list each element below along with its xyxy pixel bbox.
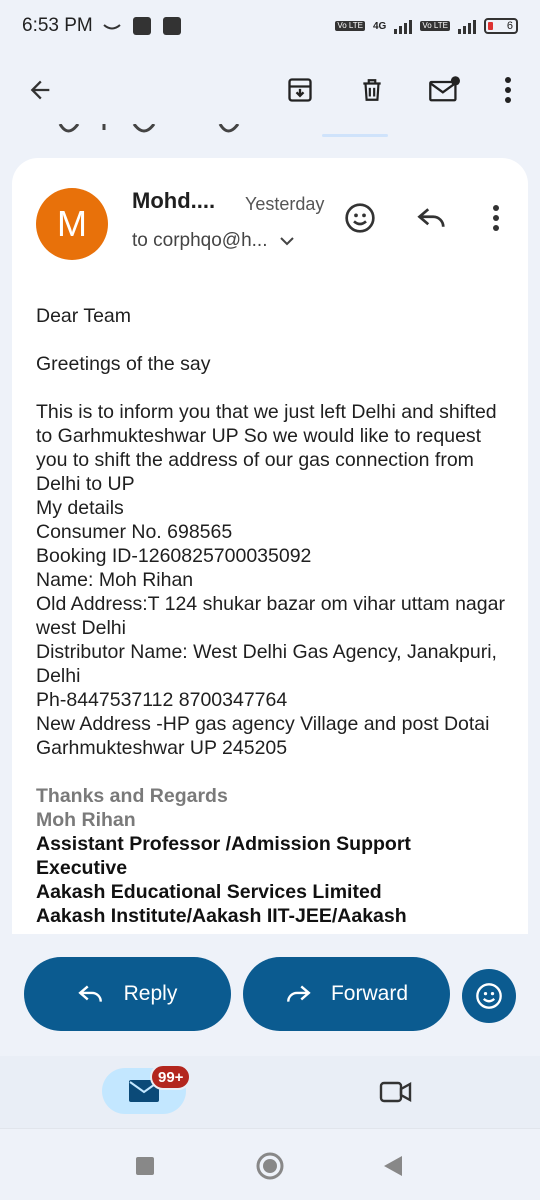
signature-company: Aakash Educational Services Limited	[36, 881, 382, 903]
archive-button[interactable]	[278, 68, 322, 112]
reply-icon-button[interactable]	[412, 198, 452, 238]
customer-name: Name: Moh Rihan	[36, 569, 194, 591]
delete-button[interactable]	[350, 68, 394, 112]
add-reaction-icon	[345, 203, 375, 233]
volte-icon: Vo LTE	[335, 21, 365, 31]
forward-button[interactable]: Forward	[243, 957, 450, 1031]
smiley-icon	[476, 983, 502, 1009]
upload-notification-icon	[162, 17, 181, 35]
more-vert-icon	[493, 205, 499, 231]
back-button[interactable]	[18, 68, 62, 112]
battery-icon: 6	[484, 18, 518, 34]
old-address: Old Address:T 124 shukar bazar om vihar …	[36, 593, 511, 639]
signal-strength-icon-2	[458, 18, 476, 34]
square-icon	[136, 1157, 154, 1175]
chevron-down-icon	[280, 237, 295, 246]
battery-level: 6	[506, 20, 513, 32]
recipient-text: to corphqo@h...	[132, 230, 268, 251]
opening-line: Greetings of the say	[36, 353, 211, 375]
circle-home-icon	[256, 1152, 284, 1180]
mark-unread-icon	[429, 76, 460, 102]
sender-name[interactable]: Mohd....	[132, 188, 215, 214]
reply-button[interactable]: Reply	[24, 957, 231, 1031]
avatar[interactable]: M	[36, 188, 108, 260]
react-emoji-button[interactable]	[340, 198, 380, 238]
signature-extra: Aakash Institute/Aakash IIT-JEE/Aakash	[36, 905, 407, 927]
body-paragraph: This is to inform you that we just left …	[36, 401, 503, 495]
email-message-card: M Mohd.... Yesterday to corphqo@h... Dea…	[12, 158, 528, 934]
video-camera-icon	[379, 1081, 412, 1103]
tab-meet[interactable]	[376, 1074, 416, 1110]
recipient-details-toggle[interactable]: to corphqo@h...	[132, 230, 295, 252]
distributor-name: Distributor Name: West Delhi Gas Agency,…	[36, 641, 503, 687]
mark-unread-button[interactable]	[422, 68, 466, 112]
scrolled-subject-remnant	[0, 124, 540, 140]
reply-label: Reply	[123, 982, 178, 1005]
emoji-reaction-button[interactable]	[462, 969, 516, 1023]
reply-icon	[417, 208, 445, 227]
network-type: 4G	[373, 20, 387, 32]
volte-icon-2: Vo LTE	[420, 21, 450, 31]
triangle-back-icon	[384, 1156, 402, 1176]
notification-swoosh-icon	[103, 24, 121, 30]
signature-title: Assistant Professor /Admission Support E…	[36, 833, 411, 879]
message-date: Yesterday	[245, 194, 325, 214]
status-time: 6:53 PM	[22, 15, 93, 36]
home-button[interactable]	[255, 1151, 285, 1181]
system-back-button[interactable]	[378, 1151, 408, 1181]
archive-icon	[288, 78, 312, 102]
booking-id: Booking ID-1260825700035092	[36, 545, 312, 567]
more-options-button[interactable]	[486, 68, 530, 112]
back-arrow-icon	[30, 80, 50, 100]
recent-apps-button[interactable]	[130, 1151, 160, 1181]
bottom-navigation: 99+	[0, 1056, 540, 1128]
signal-strength-icon	[394, 18, 413, 34]
signature-name: Moh Rihan	[36, 809, 136, 831]
email-toolbar	[0, 56, 540, 124]
greeting: Dear Team	[36, 305, 132, 327]
new-address: New Address -HP gas agency Village and p…	[36, 713, 495, 759]
more-vert-icon	[505, 77, 511, 103]
forward-label: Forward	[330, 982, 409, 1005]
trash-icon	[363, 79, 381, 101]
system-navigation-bar	[0, 1128, 540, 1200]
battery-saver-notification-icon	[132, 17, 151, 35]
details-heading: My details	[36, 497, 124, 519]
email-body: Dear Team Greetings of the say This is t…	[36, 304, 506, 928]
unread-count-badge: 99+	[150, 1064, 192, 1090]
status-bar: 6:53 PM Vo LTE 4G Vo LTE 6	[0, 0, 540, 52]
forward-icon	[287, 985, 311, 1002]
phone-numbers[interactable]: Ph-8447537112 8700347764	[36, 688, 506, 712]
signature-sign-off: Thanks and Regards	[36, 785, 228, 807]
consumer-number: Consumer No. 698565	[36, 521, 233, 543]
reply-icon	[77, 985, 102, 1002]
message-more-button[interactable]	[476, 198, 516, 238]
